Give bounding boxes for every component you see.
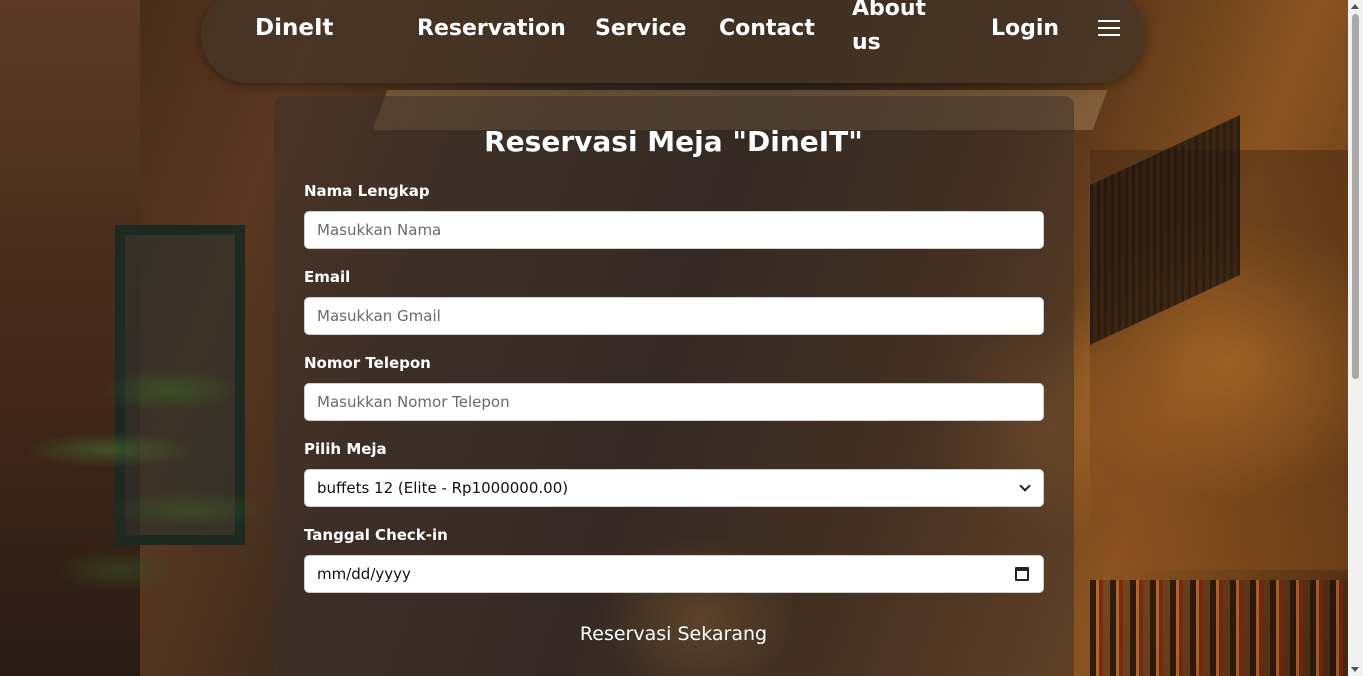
background-bottles [1090,580,1350,676]
phone-input[interactable] [304,383,1044,421]
scroll-up-icon[interactable] [1351,4,1359,9]
scroll-down-icon[interactable] [1351,667,1359,672]
email-label: Email [304,268,351,286]
email-input[interactable] [304,297,1044,335]
checkin-label: Tanggal Check-in [304,526,448,544]
calendar-icon[interactable] [1015,567,1029,581]
navbar: DineIt Reservation Service Contact About… [201,0,1145,83]
checkin-date-input[interactable]: mm/dd/yyyy [304,555,1044,593]
chevron-down-icon [1019,480,1031,492]
checkin-date-placeholder: mm/dd/yyyy [317,565,411,583]
nav-reservation[interactable]: Reservation [417,16,566,41]
reservation-submit-button[interactable]: Reservasi Sekarang [557,612,790,656]
form-title: Reservasi Meja "DineIT" [484,125,863,158]
background-plant [20,330,280,676]
nav-about-us[interactable]: About us [852,0,942,60]
table-select-value: buffets 12 (Elite - Rp1000000.00) [317,479,569,497]
name-label: Nama Lengkap [304,182,430,200]
nav-service[interactable]: Service [595,16,686,41]
scrollbar-thumb[interactable] [1352,14,1359,379]
phone-label: Nomor Telepon [304,354,431,372]
brand-logo[interactable]: DineIt [255,15,334,41]
table-select[interactable]: buffets 12 (Elite - Rp1000000.00) [304,469,1044,507]
name-input[interactable] [304,211,1044,249]
page-scrollbar[interactable] [1348,0,1363,676]
nav-contact[interactable]: Contact [719,16,815,41]
table-label: Pilih Meja [304,440,387,458]
hamburger-menu-icon[interactable] [1098,20,1120,38]
nav-login[interactable]: Login [991,16,1059,41]
